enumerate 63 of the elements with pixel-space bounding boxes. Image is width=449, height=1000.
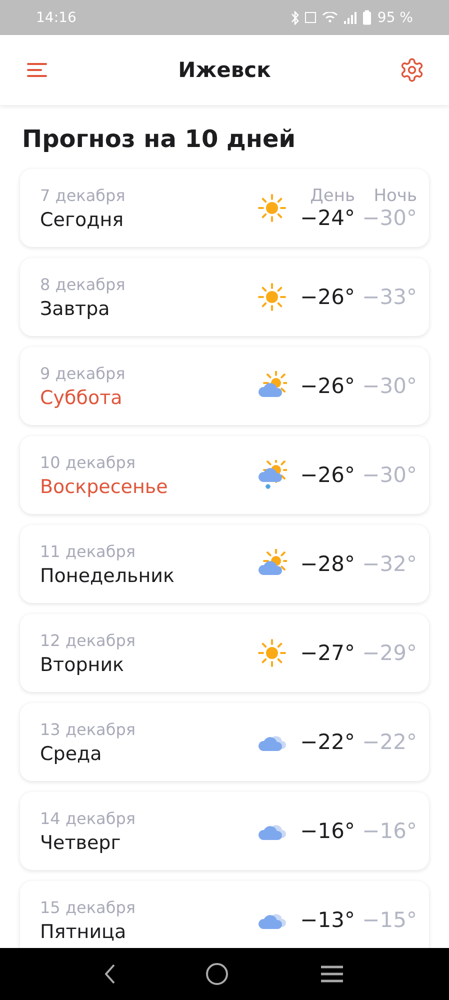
night-column-label: Ночь <box>372 186 417 206</box>
day-temperature: −22° <box>299 730 355 754</box>
day-temperature: −24° <box>299 206 355 230</box>
settings-button[interactable] <box>399 57 425 83</box>
bluetooth-icon <box>291 10 300 24</box>
day-column-label: День <box>309 186 355 206</box>
wifi-icon <box>322 12 338 23</box>
day-date: 8 декабря <box>40 274 126 294</box>
page-title: Прогноз на 10 дней <box>22 125 297 153</box>
day-name: Сегодня <box>40 208 125 230</box>
day-name: Завтра <box>40 298 111 320</box>
battery-percent: 95 % <box>377 10 413 26</box>
day-name: Понедельник <box>40 564 176 586</box>
day-card[interactable]: 13 декабря Среда −22° −22° <box>20 703 429 781</box>
night-temperature: −16° <box>361 819 417 843</box>
night-temperature: −15° <box>361 908 417 932</box>
day-temperature: −26° <box>299 463 355 487</box>
day-temperature: −16° <box>299 819 355 843</box>
night-temperature: −33° <box>361 285 417 309</box>
night-temperature: −32° <box>361 552 417 576</box>
day-name: Четверг <box>40 832 122 854</box>
day-name: Суббота <box>40 386 124 408</box>
night-temperature: −22° <box>361 730 417 754</box>
day-name: Среда <box>40 742 103 764</box>
day-name: Вторник <box>40 654 126 676</box>
day-card[interactable]: 11 декабря Понедельник −28° −32° <box>20 525 429 603</box>
signal-icon <box>344 12 358 24</box>
day-date: 12 декабря <box>40 630 136 650</box>
day-temperature: −26° <box>299 374 355 398</box>
cloud-snow-icon <box>257 460 287 490</box>
night-temperature: −30° <box>361 206 417 230</box>
day-card[interactable]: 9 декабря Суббота −26° −30° <box>20 347 429 425</box>
sun-icon <box>257 282 287 312</box>
city-title: Ижевск <box>178 58 271 82</box>
day-date: 10 декабря <box>40 452 136 472</box>
day-card[interactable]: 7 декабря Сегодня День Ночь −24° −30° <box>20 169 429 247</box>
day-date: 7 декабря <box>40 186 126 204</box>
night-temperature: −30° <box>361 374 417 398</box>
day-temperature: −13° <box>299 908 355 932</box>
day-card[interactable]: 8 декабря Завтра −26° −33° <box>20 258 429 336</box>
day-date: 14 декабря <box>40 808 136 828</box>
status-time: 14:16 <box>36 10 76 26</box>
day-temperature: −27° <box>299 641 355 665</box>
sun-icon <box>257 638 287 668</box>
day-card[interactable]: 12 декабря Вторник −27° −29° <box>20 614 429 692</box>
back-button[interactable] <box>105 964 116 984</box>
night-temperature: −30° <box>361 463 417 487</box>
day-date: 15 декабря <box>40 898 136 916</box>
day-card[interactable]: 15 декабря Пятница −13° −15° <box>20 881 429 948</box>
recent-apps-button[interactable] <box>320 965 344 983</box>
day-temperature: −26° <box>299 285 355 309</box>
day-date: 13 декабря <box>40 720 136 738</box>
sun-icon <box>257 193 287 223</box>
day-name: Воскресенье <box>40 476 169 498</box>
day-card[interactable]: 10 декабря Воскресенье −26° −30° <box>20 436 429 514</box>
day-card[interactable]: 14 декабря Четверг −16° −16° <box>20 792 429 870</box>
day-name: Пятница <box>40 920 128 942</box>
battery-icon <box>363 10 372 25</box>
home-button[interactable] <box>205 962 230 986</box>
day-temperature: −28° <box>299 552 355 576</box>
night-temperature: −29° <box>361 641 417 665</box>
day-date: 11 декабря <box>40 542 136 560</box>
day-date: 9 декабря <box>40 364 126 382</box>
